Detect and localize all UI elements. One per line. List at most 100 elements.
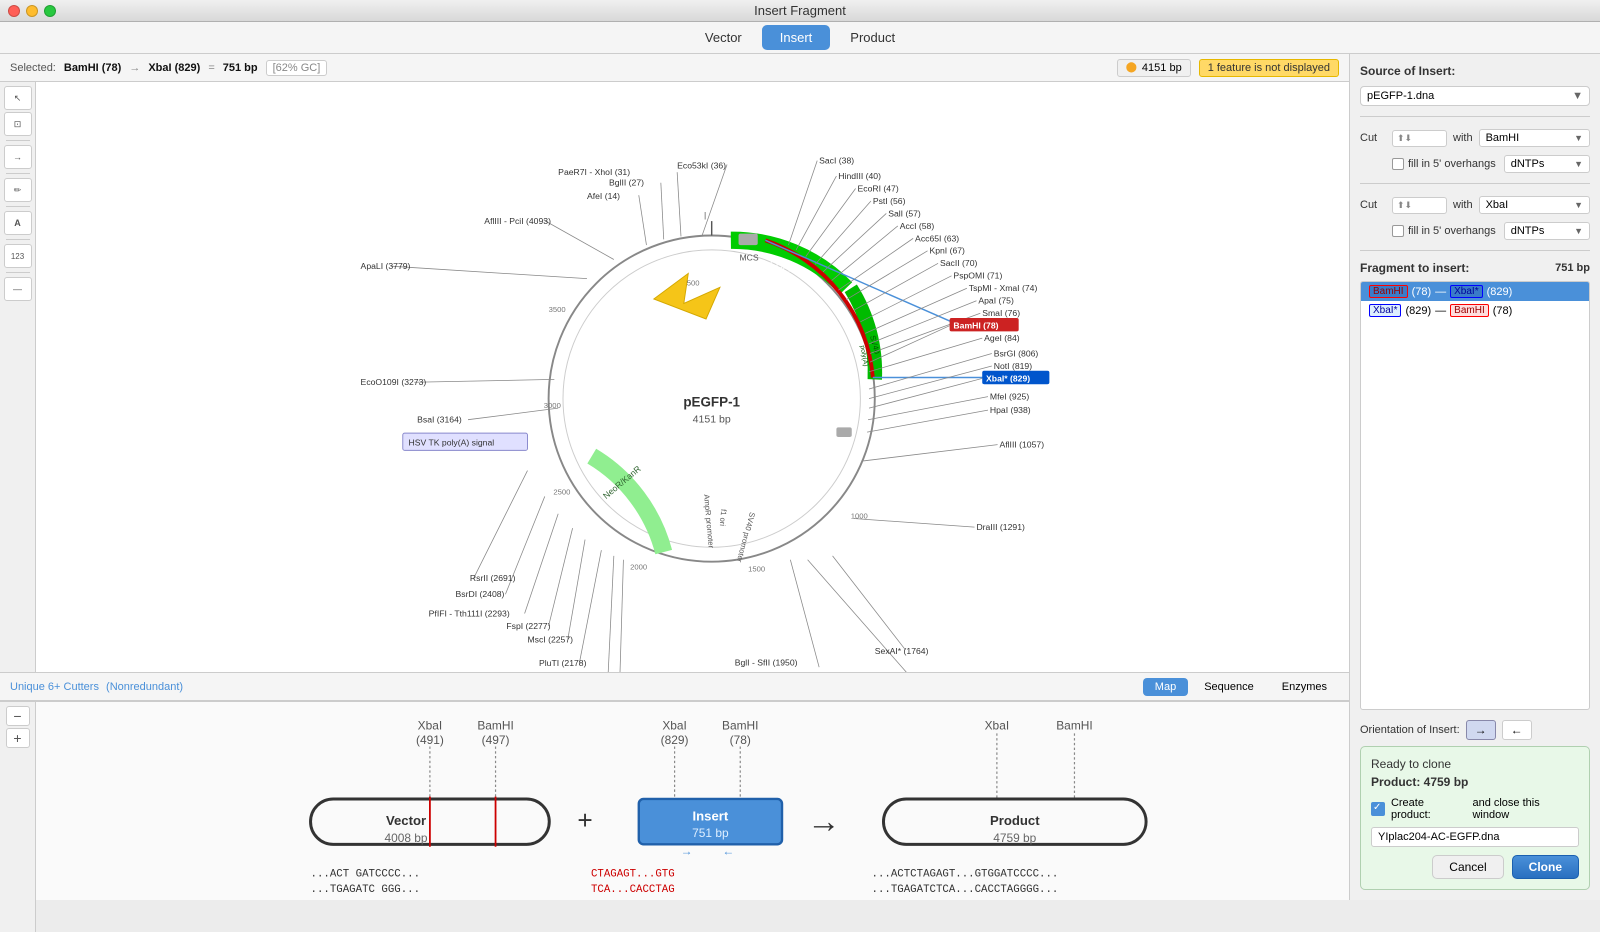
cut1-with-label: with: [1453, 132, 1473, 144]
svg-text:MfeI (925): MfeI (925): [990, 392, 1029, 402]
svg-text:ApaI (75): ApaI (75): [978, 296, 1014, 306]
paint-tool[interactable]: ✏: [4, 178, 32, 202]
cut2-fill-checkbox[interactable]: fill in 5' overhangs: [1392, 225, 1496, 237]
fragment-to-pos-2: (78): [1493, 305, 1513, 317]
linear-toolbar: − +: [0, 702, 36, 932]
fragment-item-2[interactable]: XbaI* (829) — BamHI (78): [1361, 301, 1589, 320]
sequence-tab[interactable]: Sequence: [1192, 678, 1266, 696]
bottom-bar: Unique 6+ Cutters (Nonredundant) Map Seq…: [0, 672, 1349, 700]
zoom-out-btn[interactable]: −: [6, 706, 30, 726]
toolbar-divider-2: [6, 173, 30, 174]
svg-text:BsrGI (806): BsrGI (806): [994, 348, 1039, 358]
map-canvas[interactable]: EGFP MCS SV40 poly(A) NeoR/KanR: [36, 82, 1349, 672]
svg-text:2000: 2000: [630, 562, 647, 571]
svg-text:...ACTCTAGAGT...GTGGATCCCC...: ...ACTCTAGAGT...GTGGATCCCC...: [872, 869, 1059, 881]
text-tool[interactable]: A: [4, 211, 32, 235]
divider-1: [1360, 116, 1590, 117]
fragment-list: BamHI (78) — XbaI* (829) XbaI* (829) — B…: [1360, 281, 1590, 710]
svg-text:BamHI: BamHI: [1056, 719, 1092, 733]
cut2-enzyme-select[interactable]: XbaI ▼: [1479, 196, 1590, 214]
svg-text:(491): (491): [416, 733, 444, 747]
cut1-enzyme: BamHI: [1486, 132, 1520, 144]
source-value: pEGFP-1.dna: [1367, 90, 1434, 102]
cut2-row: Cut ⬆⬇ with XbaI ▼: [1360, 196, 1590, 214]
cut2-dropdown-icon[interactable]: ▼: [1574, 200, 1583, 210]
bp-count: 751 bp: [223, 62, 258, 74]
cut1-dntps-select[interactable]: dNTPs ▼: [1504, 155, 1590, 173]
cut1-fill-checkbox[interactable]: fill in 5' overhangs: [1392, 158, 1496, 170]
cut1-fill-cb-box[interactable]: [1392, 158, 1404, 170]
cut1-and-row: fill in 5' overhangs dNTPs ▼: [1360, 155, 1590, 173]
svg-text:Eco53kI (36): Eco53kI (36): [677, 160, 726, 170]
clone-button[interactable]: Clone: [1512, 855, 1579, 879]
minimize-button[interactable]: [26, 5, 38, 17]
svg-text:...TGAGATCTCA...CACCTAGGGG...: ...TGAGATCTCA...CACCTAGGGG...: [872, 884, 1059, 896]
svg-text:BamHI: BamHI: [477, 719, 513, 733]
cut2-enzyme: XbaI: [1486, 199, 1509, 211]
cut1-row: Cut ⬆⬇ with BamHI ▼: [1360, 129, 1590, 147]
feature-warning: 1 feature is not displayed: [1199, 59, 1339, 77]
fragment-item-1[interactable]: BamHI (78) — XbaI* (829): [1361, 282, 1589, 301]
close-button[interactable]: [8, 5, 20, 17]
toolbar-divider-1: [6, 140, 30, 141]
info-bar: Selected: BamHI (78) → XbaI (829) = 751 …: [0, 54, 1349, 82]
svg-text:3500: 3500: [549, 305, 566, 314]
tab-vector[interactable]: Vector: [687, 25, 760, 50]
line-tool[interactable]: —: [4, 277, 32, 301]
svg-text:HSV TK poly(A) signal: HSV TK poly(A) signal: [409, 438, 495, 448]
cut1-label: Cut: [1360, 132, 1388, 144]
svg-text:SfoI (2176): SfoI (2176): [577, 670, 620, 672]
clone-ready-title: Ready to clone: [1371, 757, 1579, 771]
cut2-spinner[interactable]: ⬆⬇: [1392, 197, 1447, 214]
from-enzyme: BamHI (78): [64, 62, 121, 74]
total-bp: 4151 bp: [1142, 62, 1182, 74]
svg-text:BsaI (3164): BsaI (3164): [417, 415, 462, 425]
product-filename-input[interactable]: [1371, 827, 1579, 847]
cut1-enzyme-select[interactable]: BamHI ▼: [1479, 129, 1590, 147]
orient-reverse-btn[interactable]: ←: [1502, 720, 1532, 740]
cut1-spinner[interactable]: ⬆⬇: [1392, 130, 1447, 147]
fragment-header: Fragment to insert: 751 bp: [1360, 261, 1590, 275]
svg-text:TspMI - XmaI (74): TspMI - XmaI (74): [969, 283, 1038, 293]
svg-text:AflIII (1057): AflIII (1057): [999, 440, 1044, 450]
svg-text:f1 ori: f1 ori: [718, 509, 728, 527]
right-panel: Source of Insert: pEGFP-1.dna ▼ Cut ⬆⬇ w…: [1350, 54, 1600, 900]
svg-text:(829): (829): [661, 733, 689, 747]
fragment-to-pos-1: (829): [1487, 286, 1513, 298]
svg-text:...TGAGATC GGG...: ...TGAGATC GGG...: [311, 884, 421, 896]
fragment-to-badge-2: BamHI: [1450, 304, 1489, 317]
svg-text:Vector: Vector: [386, 813, 426, 828]
zoom-fit-tool[interactable]: ⊡: [4, 112, 32, 136]
svg-text:AgeI (84): AgeI (84): [984, 333, 1020, 343]
zoom-in-btn[interactable]: +: [6, 728, 30, 748]
cut1-dntps: dNTPs: [1511, 158, 1545, 170]
number-tool[interactable]: 123: [4, 244, 32, 268]
map-tab[interactable]: Map: [1143, 678, 1188, 696]
cut2-fill-cb-box[interactable]: [1392, 225, 1404, 237]
svg-text:SexAI* (1764): SexAI* (1764): [875, 646, 929, 656]
warning-icon: ⬤: [1126, 62, 1137, 73]
source-label: Source of Insert:: [1360, 64, 1590, 78]
source-input[interactable]: pEGFP-1.dna ▼: [1360, 86, 1590, 106]
maximize-button[interactable]: [44, 5, 56, 17]
enzymes-tab[interactable]: Enzymes: [1270, 678, 1339, 696]
main-content: Selected: BamHI (78) → XbaI (829) = 751 …: [0, 54, 1600, 900]
source-dropdown-arrow[interactable]: ▼: [1572, 90, 1583, 102]
tab-insert[interactable]: Insert: [762, 25, 831, 50]
tab-product[interactable]: Product: [832, 25, 913, 50]
create-product-checkbox[interactable]: [1371, 802, 1385, 816]
arrow-tool[interactable]: →: [4, 145, 32, 169]
cancel-button[interactable]: Cancel: [1432, 855, 1503, 879]
toolbar-divider-3: [6, 206, 30, 207]
svg-text:→: →: [681, 844, 693, 858]
svg-text:DraIII (1291): DraIII (1291): [976, 522, 1025, 532]
cut2-with-label: with: [1453, 199, 1473, 211]
orient-forward-btn[interactable]: →: [1466, 720, 1496, 740]
svg-text:CTAGAGT...GTG: CTAGAGT...GTG: [591, 869, 675, 881]
linear-main: XbaI (491) BamHI (497) Vector 4008 bp: [36, 702, 1349, 932]
select-tool[interactable]: ↖: [4, 86, 32, 110]
cut2-dntps-select[interactable]: dNTPs ▼: [1504, 222, 1590, 240]
svg-text:500: 500: [687, 278, 700, 287]
cut1-dropdown-icon[interactable]: ▼: [1574, 133, 1583, 143]
svg-text:HpaI (938): HpaI (938): [990, 405, 1031, 415]
